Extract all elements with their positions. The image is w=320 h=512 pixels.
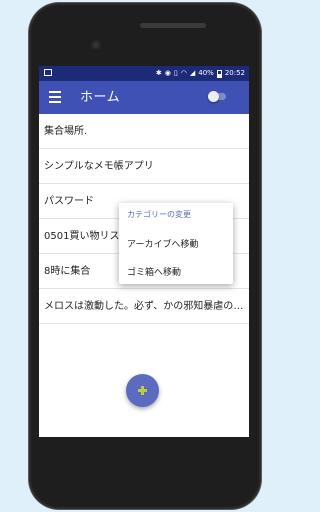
- clock: 20:52: [224, 69, 245, 77]
- gallery-notification-icon: [44, 69, 52, 76]
- add-memo-button[interactable]: [126, 374, 159, 407]
- menu-icon[interactable]: [49, 91, 61, 103]
- context-menu: カテゴリーの変更 アーカイブへ移動 ゴミ箱へ移動: [119, 203, 233, 284]
- app-screen: ✱ ◉ ▯ ◠ ◢ 40% 20:52 ホーム 集合場所. シンプルなメモ帳アプ…: [39, 66, 249, 437]
- memo-title: メロスは激動した。必ず、かの邪知暴虐の王を除かなければならぬと決意した。: [44, 301, 245, 312]
- page-title: ホーム: [80, 90, 121, 105]
- move-to-archive-item[interactable]: アーカイブへ移動: [127, 237, 198, 250]
- memo-item[interactable]: シンプルなメモ帳アプリ: [39, 149, 249, 184]
- memo-item[interactable]: メロスは激動した。必ず、かの邪知暴虐の王を除かなければならぬと決意した。: [39, 289, 249, 324]
- battery-percent: 40%: [198, 69, 214, 77]
- battery-icon: [216, 69, 222, 78]
- status-icons: ✱ ◉ ▯ ◠ ◢ 40% 20:52: [156, 66, 245, 81]
- alarm-icon: ◉: [164, 69, 171, 77]
- front-camera: [91, 40, 101, 50]
- app-bar: ホーム: [39, 81, 249, 114]
- bluetooth-icon: ✱: [155, 69, 162, 77]
- signal-icon: ◢: [189, 69, 196, 77]
- memo-title: 集合場所.: [44, 126, 88, 137]
- move-to-trash-item[interactable]: ゴミ箱へ移動: [127, 265, 181, 278]
- view-toggle-switch[interactable]: [208, 91, 226, 102]
- memo-title: シンプルなメモ帳アプリ: [44, 161, 154, 172]
- toggle-knob: [208, 91, 219, 102]
- memo-item[interactable]: 集合場所.: [39, 114, 249, 149]
- menu-header: カテゴリーの変更: [127, 210, 191, 219]
- vibrate-icon: ▯: [173, 69, 178, 77]
- status-bar: ✱ ◉ ▯ ◠ ◢ 40% 20:52: [39, 66, 249, 81]
- speaker-grille: [140, 23, 206, 28]
- plus-icon: [138, 386, 147, 395]
- wifi-icon: ◠: [180, 69, 187, 77]
